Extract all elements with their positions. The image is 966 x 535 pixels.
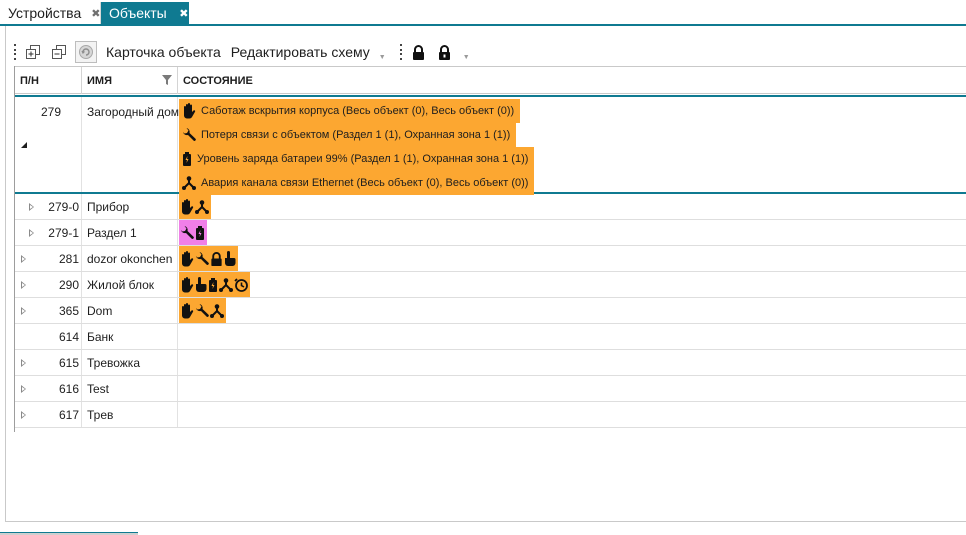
toolbar-grip[interactable] bbox=[399, 44, 403, 60]
table-row-expanded[interactable]: 279 Загородный дом Саботаж вскрытия корп… bbox=[15, 95, 966, 195]
battery-icon bbox=[196, 225, 204, 240]
tab-devices-label: Устройства bbox=[8, 5, 82, 21]
state-detail-line: Потеря связи с объектом (Раздел 1 (1), О… bbox=[179, 123, 517, 147]
state-detail-line: Саботаж вскрытия корпуса (Весь объект (0… bbox=[179, 99, 521, 123]
row-name: Загородный дом bbox=[87, 105, 180, 119]
expand-arrow-icon[interactable] bbox=[21, 359, 26, 367]
table-row[interactable]: 281 dozor okonchen bbox=[15, 246, 966, 272]
toolbar-overflow-icon[interactable]: ▼ bbox=[379, 54, 386, 61]
state-details: Саботаж вскрытия корпуса (Весь объект (0… bbox=[178, 97, 966, 195]
object-card-button[interactable]: Карточка объекта bbox=[103, 41, 224, 63]
unlock-icon bbox=[439, 44, 451, 60]
expand-all-icon bbox=[26, 45, 40, 59]
table-row[interactable]: 279-1 Раздел 1 bbox=[15, 220, 966, 246]
expand-arrow-icon[interactable] bbox=[21, 307, 26, 315]
unlock-button[interactable] bbox=[435, 41, 455, 63]
collapse-all-icon bbox=[52, 45, 66, 59]
table-row[interactable]: 279-0 Прибор bbox=[15, 194, 966, 220]
grid-header: П/Н ИМЯ СОСТОЯНИЕ bbox=[15, 66, 966, 94]
toolbar-grip[interactable] bbox=[14, 44, 17, 60]
column-header-state[interactable]: СОСТОЯНИЕ bbox=[178, 67, 966, 94]
lock-icon bbox=[211, 251, 222, 266]
table-row[interactable]: 290 Жилой блок bbox=[15, 272, 966, 298]
toolbar: Карточка объекта Редактировать схему ▼ ▼ bbox=[6, 38, 961, 66]
close-icon[interactable]: ✖ bbox=[91, 7, 100, 20]
state-icons bbox=[179, 298, 226, 323]
refresh-toggle-button[interactable] bbox=[75, 41, 97, 63]
refresh-icon bbox=[79, 45, 93, 59]
wrench-icon bbox=[183, 128, 196, 141]
expand-arrow-icon[interactable] bbox=[29, 203, 34, 211]
column-header-num[interactable]: П/Н bbox=[15, 67, 82, 94]
expand-arrow-icon[interactable] bbox=[21, 255, 26, 263]
tab-devices[interactable]: Устройства ✖ bbox=[0, 2, 101, 24]
expand-arrow-icon[interactable] bbox=[21, 281, 26, 289]
row-num: 279 bbox=[40, 105, 61, 119]
toolbar-overflow-icon[interactable]: ▼ bbox=[463, 54, 470, 61]
network-icon bbox=[195, 199, 209, 214]
expand-arrow-icon[interactable] bbox=[29, 229, 34, 237]
state-icons bbox=[179, 272, 250, 297]
objects-panel: Карточка объекта Редактировать схему ▼ ▼… bbox=[5, 26, 966, 522]
lock-icon bbox=[413, 44, 425, 60]
state-detail-line: Авария канала связи Ethernet (Весь объек… bbox=[179, 171, 535, 195]
wrench-icon bbox=[181, 225, 194, 239]
objects-grid: П/Н ИМЯ СОСТОЯНИЕ 279 Загородный дом Саб… bbox=[14, 66, 966, 432]
state-icons bbox=[179, 246, 238, 271]
collapse-arrow-icon[interactable] bbox=[21, 142, 27, 148]
state-icons bbox=[179, 194, 211, 219]
state-detail-line: Уровень заряда батареи 99% (Раздел 1 (1)… bbox=[179, 147, 535, 171]
hand-icon bbox=[182, 302, 194, 318]
edit-scheme-button[interactable]: Редактировать схему bbox=[228, 41, 373, 63]
battery-icon bbox=[183, 152, 191, 166]
table-row[interactable]: 365 Dom bbox=[15, 298, 966, 324]
wrench-icon bbox=[196, 251, 209, 265]
network-icon bbox=[210, 303, 224, 318]
close-icon[interactable]: ✖ bbox=[179, 7, 189, 20]
tab-objects-label: Объекты bbox=[109, 5, 167, 21]
expand-arrow-icon[interactable] bbox=[21, 385, 26, 393]
hand-icon bbox=[182, 276, 194, 292]
table-row[interactable]: 617 Трев bbox=[15, 402, 966, 428]
hand-icon bbox=[184, 103, 196, 119]
table-row[interactable]: 615 Тревожка bbox=[15, 350, 966, 376]
finger-icon bbox=[225, 251, 236, 266]
column-header-name[interactable]: ИМЯ bbox=[82, 67, 178, 94]
timer-icon bbox=[234, 277, 248, 292]
expand-all-button[interactable] bbox=[23, 41, 43, 63]
network-icon bbox=[182, 176, 196, 190]
table-row[interactable]: 614 Банк bbox=[15, 324, 966, 350]
network-icon bbox=[219, 277, 233, 292]
wrench-icon bbox=[196, 303, 209, 317]
hand-icon bbox=[182, 198, 194, 214]
expand-arrow-icon[interactable] bbox=[21, 411, 26, 419]
filter-icon[interactable] bbox=[162, 75, 172, 85]
lock-button[interactable] bbox=[409, 41, 429, 63]
battery-icon bbox=[209, 277, 217, 292]
state-icons bbox=[179, 220, 207, 245]
table-row[interactable]: 616 Test bbox=[15, 376, 966, 402]
collapse-all-button[interactable] bbox=[49, 41, 69, 63]
tab-objects[interactable]: Объекты ✖ bbox=[101, 2, 189, 24]
tab-bar: Устройства ✖ Объекты ✖ bbox=[0, 0, 966, 26]
finger-icon bbox=[196, 277, 207, 292]
hand-icon bbox=[182, 250, 194, 266]
